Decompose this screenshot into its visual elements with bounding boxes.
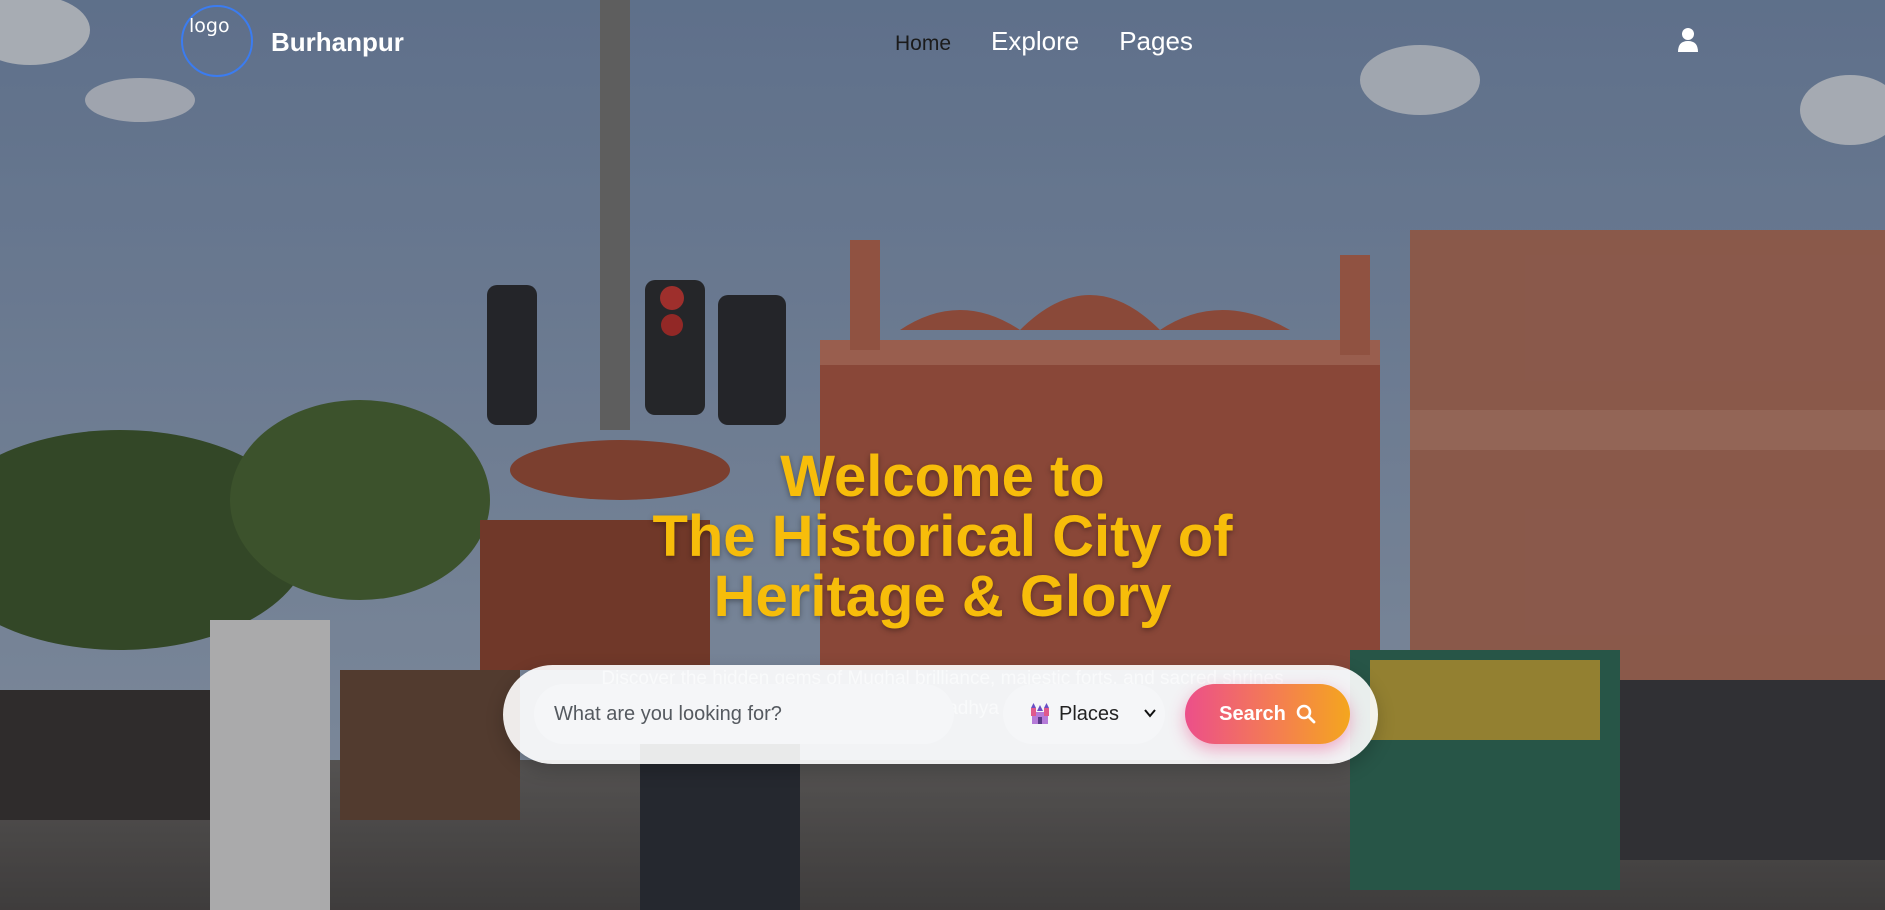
nav-pages-link[interactable]: Pages <box>1119 26 1193 57</box>
hero-title: Welcome to The Historical City of Herita… <box>0 447 1885 627</box>
chevron-down-icon <box>1144 709 1156 718</box>
search-icon <box>1296 704 1316 724</box>
nav-explore-link[interactable]: Explore <box>991 26 1079 57</box>
hero-title-line-3: Heritage & Glory <box>713 564 1172 629</box>
search-button[interactable]: Search <box>1185 684 1350 744</box>
nav-home-link[interactable]: Home <box>895 28 951 56</box>
hero-title-line-1: Welcome to <box>780 444 1105 509</box>
search-input[interactable] <box>534 684 954 744</box>
logo[interactable]: logo <box>181 5 253 77</box>
hero-title-line-2: The Historical City of <box>652 504 1233 569</box>
navbar: logo Burhanpur Home Explore Pages <box>0 0 1885 86</box>
logo-alt-text: logo <box>189 15 230 37</box>
category-selected-label: Places <box>1059 702 1120 725</box>
user-icon[interactable] <box>1678 28 1704 56</box>
brand-name[interactable]: Burhanpur <box>271 27 404 58</box>
category-select[interactable]: Places <box>1003 684 1165 744</box>
search-bar: Places Search <box>503 665 1378 764</box>
hero-section: logo Burhanpur Home Explore Pages Welcom… <box>0 0 1885 910</box>
castle-icon <box>1031 703 1049 724</box>
search-button-label: Search <box>1219 702 1286 725</box>
nav-links: Home Explore Pages <box>895 26 1233 57</box>
